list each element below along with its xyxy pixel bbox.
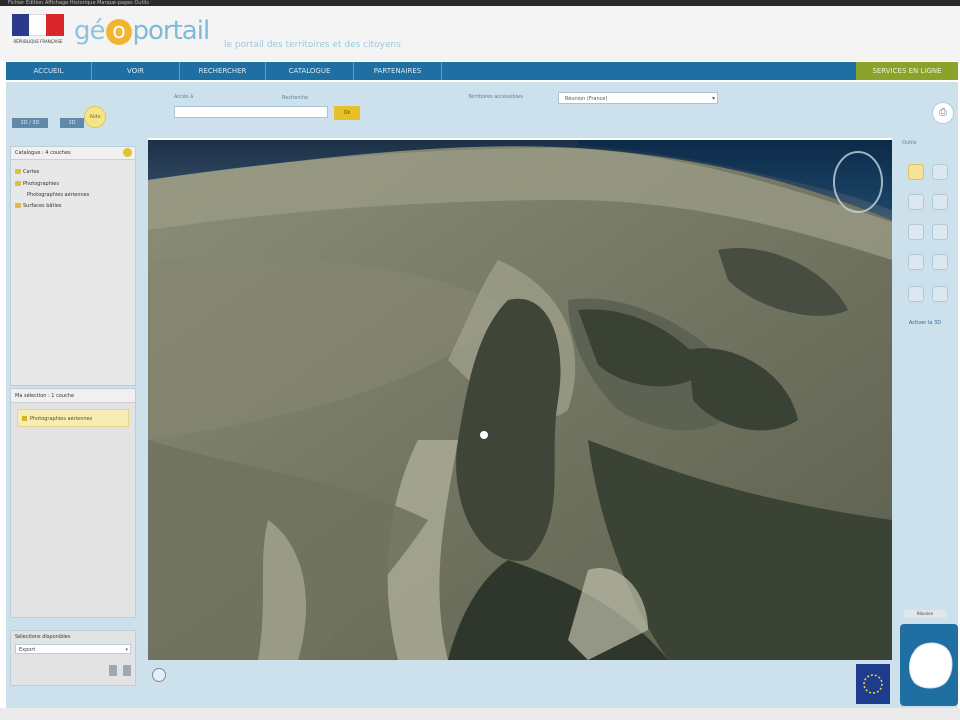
activate-3d-link[interactable]: Activer la 3D <box>902 320 948 327</box>
selection-title: Ma sélection : 1 couche <box>15 393 75 399</box>
export-icon[interactable] <box>932 286 948 302</box>
catalog-item-cartes[interactable]: Cartes <box>15 169 39 175</box>
folder-icon <box>15 181 21 186</box>
search-label: Accès à <box>174 94 194 100</box>
geoportail-logo[interactable]: gé o portail <box>74 16 211 46</box>
nav-item-voir[interactable]: VOIR <box>92 62 180 80</box>
status-strip <box>0 708 960 720</box>
logo-portail: portail <box>132 16 211 46</box>
layer-icon <box>22 416 27 421</box>
reunion-island-shape <box>909 642 953 689</box>
catalog-item-surfaces[interactable]: Surfaces bâties <box>15 203 62 209</box>
logo-o: o <box>105 18 132 45</box>
republic-text: RÉPUBLIQUE FRANÇAISE <box>13 39 63 44</box>
territory-label: Territoires accessibles <box>468 94 523 100</box>
logo-geo: gé <box>74 16 105 46</box>
catalog-box: Catalogue : 4 couches Cartes Photographi… <box>10 146 136 386</box>
right-tools-panel: Outils Activer la 3D Réunion <box>892 138 958 708</box>
map-bottom-bar <box>148 660 892 708</box>
overview-map[interactable] <box>900 624 958 706</box>
nav-item-partenaires[interactable]: PARTENAIRES <box>354 62 442 80</box>
mode-3d-button[interactable]: 3D <box>60 118 84 128</box>
background-box: Sélections disponibles Export ▾ <box>10 630 136 686</box>
background-value: Export <box>19 647 36 653</box>
territory-select[interactable]: Réunion (France) ▾ <box>558 92 718 104</box>
overview-label: Réunion <box>904 610 946 618</box>
nav-item-rechercher[interactable]: RECHERCHER <box>180 62 266 80</box>
selection-header: Ma sélection : 1 couche <box>11 389 135 403</box>
search-go-button[interactable]: Ok <box>334 106 360 120</box>
tools-label: Outils <box>902 140 917 146</box>
nav-item-catalogue[interactable]: CATALOGUE <box>266 62 354 80</box>
catalog-item-photos-aeriennes[interactable]: Photographies aériennes <box>27 192 89 198</box>
rotate-tool-icon[interactable] <box>932 164 948 180</box>
measure-icon[interactable] <box>908 224 924 240</box>
search-icon[interactable] <box>932 224 948 240</box>
selected-layer-label: Photographies aériennes <box>30 416 93 422</box>
catalog-header: Catalogue : 4 couches <box>11 147 135 160</box>
territory-value: Réunion (France) <box>565 96 608 102</box>
left-layers-panel: Catalogue : 4 couches Cartes Photographi… <box>6 138 148 708</box>
catalog-item-photographies[interactable]: Photographies <box>15 181 59 187</box>
main-nav: ACCUEIL VOIR RECHERCHER CATALOGUE PARTEN… <box>6 62 958 80</box>
search-input[interactable] <box>174 106 328 118</box>
map-marker[interactable] <box>480 431 488 439</box>
nav-services-button[interactable]: SERVICES EN LIGNE <box>856 62 958 80</box>
annotate-icon[interactable] <box>932 254 948 270</box>
compass-icon[interactable] <box>152 668 166 682</box>
printer-icon[interactable]: ⎙ <box>932 102 954 124</box>
pan-tool-icon[interactable] <box>908 164 924 180</box>
nav-item-accueil[interactable]: ACCUEIL <box>6 62 92 80</box>
folder-icon <box>15 203 21 208</box>
terrain-image <box>148 140 892 660</box>
draw-icon[interactable] <box>908 254 924 270</box>
chevron-down-icon: ▾ <box>711 95 715 102</box>
collapse-icon[interactable] <box>123 148 132 157</box>
help-button[interactable]: Aide <box>84 106 106 128</box>
flag-blue-stripe <box>12 14 29 36</box>
layers-icon[interactable] <box>123 665 131 676</box>
background-select[interactable]: Export ▾ <box>15 644 131 654</box>
folder-icon <box>15 169 21 174</box>
map-3d-view[interactable] <box>148 140 892 660</box>
site-header: RÉPUBLIQUE FRANÇAISE gé o portail le porta… <box>0 6 960 61</box>
partner-logo[interactable] <box>856 664 890 704</box>
site-tagline: le portail des territoires et des citoye… <box>224 40 401 50</box>
flag-white-stripe <box>29 14 46 36</box>
chevron-down-icon: ▾ <box>125 647 128 653</box>
partner-logo-graphic <box>863 674 883 694</box>
print-tool-icon[interactable] <box>908 286 924 302</box>
zoom-in-icon[interactable] <box>908 194 924 210</box>
trash-icon[interactable] <box>109 665 117 676</box>
flag-red-stripe <box>46 14 64 36</box>
catalog-title: Catalogue : 4 couches <box>15 150 71 156</box>
mode-2d-button[interactable]: 2D / 3D <box>12 118 48 128</box>
info-icon[interactable] <box>932 194 948 210</box>
selected-layer-item[interactable]: Photographies aériennes <box>17 409 129 427</box>
advanced-search-link[interactable]: Recherche <box>282 95 308 101</box>
republic-logo[interactable]: RÉPUBLIQUE FRANÇAISE <box>12 14 64 56</box>
map-toolbar: 2D / 3D 3D Aide Accès à Recherche Ok Ter… <box>6 82 958 138</box>
selection-box: Ma sélection : 1 couche Photographies aé… <box>10 388 136 618</box>
background-title: Sélections disponibles <box>15 634 71 640</box>
